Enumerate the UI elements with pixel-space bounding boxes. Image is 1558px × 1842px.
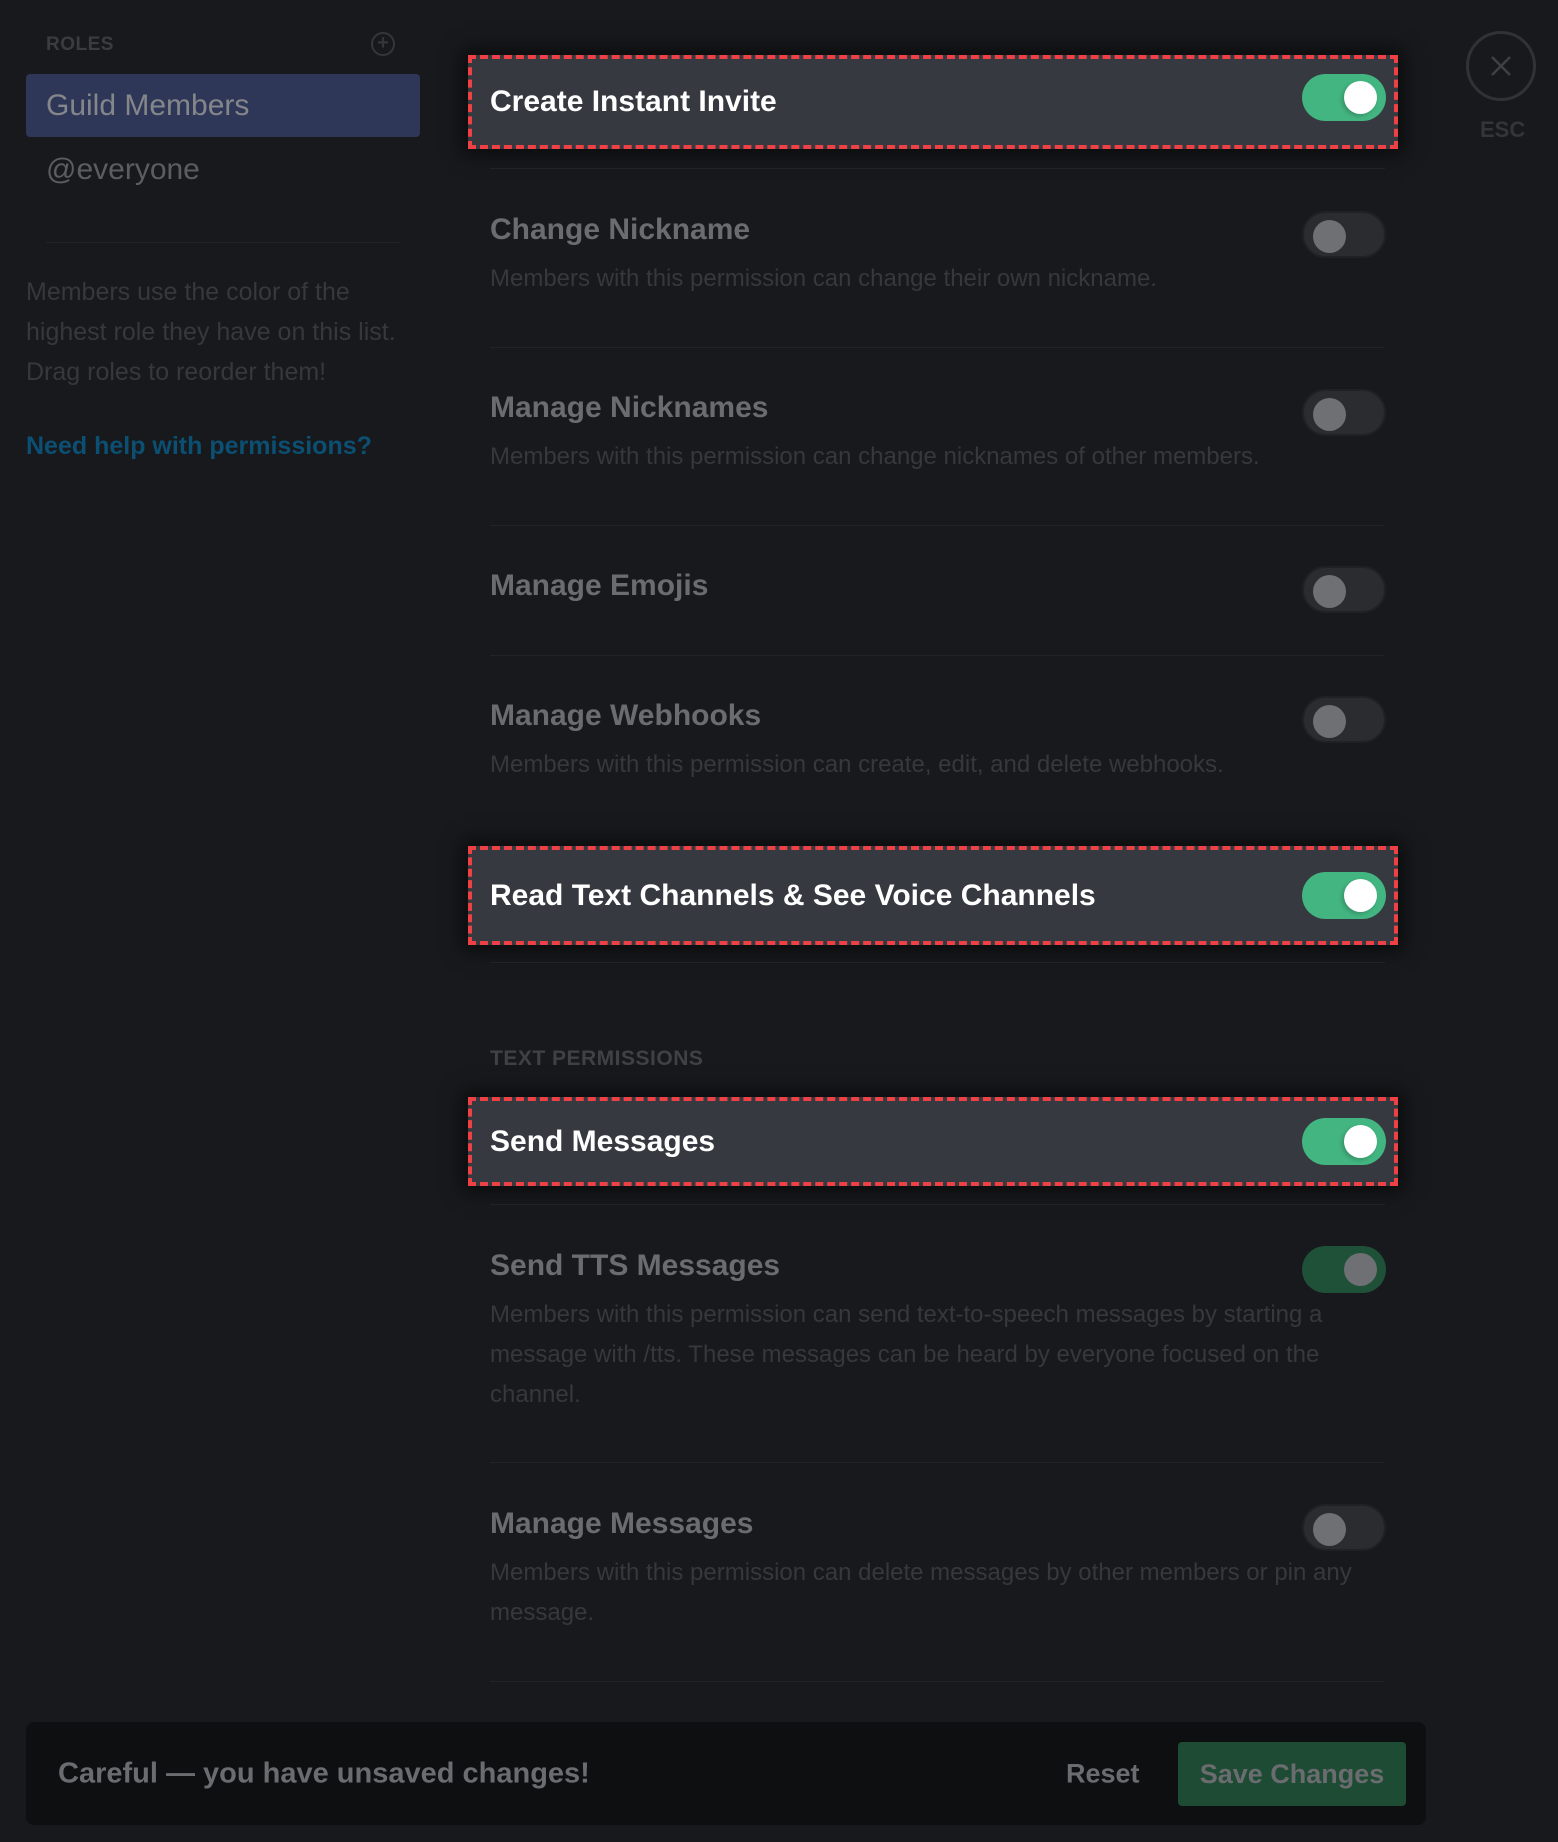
- permission-description: Members with this permission can delete …: [490, 1559, 1352, 1626]
- role-item-guild-members[interactable]: Guild Members: [26, 74, 420, 137]
- permission-row-manage-webhooks: Manage Webhooks Members with this permis…: [490, 699, 1385, 785]
- permission-description: Members with this permission can change …: [490, 265, 1157, 292]
- toggle-knob: [1344, 1125, 1377, 1158]
- row-separator: [490, 962, 1385, 963]
- row-separator: [490, 1462, 1385, 1463]
- toggle-knob: [1313, 1513, 1346, 1546]
- permission-title: Create Instant Invite: [490, 85, 777, 118]
- permission-description: Members with this permission can send te…: [490, 1301, 1323, 1408]
- sidebar-divider: [46, 242, 400, 243]
- permission-title: Manage Emojis: [490, 569, 709, 602]
- roles-header: ROLES: [46, 34, 114, 55]
- permission-title: Send TTS Messages: [490, 1249, 781, 1282]
- unsaved-changes-message: Careful — you have unsaved changes!: [58, 1757, 590, 1789]
- permission-title: Manage Messages: [490, 1507, 754, 1540]
- esc-label: ESC: [1480, 117, 1526, 142]
- permission-title: Change Nickname: [490, 213, 751, 246]
- toggle-knob: [1313, 705, 1346, 738]
- toggle-send-messages[interactable]: [1302, 1118, 1386, 1165]
- toggle-change-nickname[interactable]: [1302, 211, 1386, 258]
- permission-row-manage-nicknames: Manage Nicknames Members with this permi…: [490, 391, 1385, 477]
- permission-row-read-text-channels: Read Text Channels & See Voice Channels: [468, 846, 1398, 945]
- row-separator: [490, 525, 1385, 526]
- toggle-knob: [1313, 220, 1346, 253]
- row-separator: [490, 1204, 1385, 1205]
- permission-row-send-tts-messages: Send TTS Messages Members with this perm…: [490, 1249, 1385, 1415]
- reset-button[interactable]: Reset: [1066, 1758, 1140, 1789]
- permission-row-manage-emojis: Manage Emojis: [490, 569, 1385, 603]
- toggle-manage-webhooks[interactable]: [1302, 696, 1386, 743]
- permission-title: Read Text Channels & See Voice Channels: [490, 878, 1096, 912]
- row-separator: [490, 168, 1385, 169]
- toggle-create-instant-invite[interactable]: [1302, 74, 1386, 121]
- toggle-knob: [1344, 81, 1377, 114]
- permission-title: Manage Nicknames: [490, 391, 769, 424]
- toggle-manage-nicknames[interactable]: [1302, 389, 1386, 436]
- permission-row-manage-messages: Manage Messages Members with this permis…: [490, 1507, 1385, 1633]
- close-icon: [1491, 56, 1511, 76]
- permission-row-create-instant-invite: Create Instant Invite: [468, 55, 1398, 149]
- save-changes-button[interactable]: Save Changes: [1178, 1742, 1406, 1806]
- permission-title: Manage Webhooks: [490, 699, 762, 732]
- toggle-knob: [1344, 1253, 1377, 1286]
- permission-description: Members with this permission can change …: [490, 443, 1260, 470]
- row-separator: [490, 655, 1385, 656]
- permission-title: Send Messages: [490, 1124, 716, 1158]
- permissions-help-link[interactable]: Need help with permissions?: [26, 432, 372, 461]
- section-header-text-permissions: TEXT PERMISSIONS: [490, 1047, 704, 1070]
- toggle-manage-messages[interactable]: [1302, 1504, 1386, 1551]
- unsaved-changes-bar: Careful — you have unsaved changes! Rese…: [26, 1722, 1426, 1825]
- role-item-everyone[interactable]: @everyone: [26, 138, 420, 201]
- close-button[interactable]: [1466, 31, 1536, 101]
- plus-circle-icon[interactable]: +: [371, 32, 395, 56]
- toggle-read-text-channels[interactable]: [1302, 872, 1386, 919]
- toggle-knob: [1313, 575, 1346, 608]
- permission-row-change-nickname: Change Nickname Members with this permis…: [490, 213, 1385, 299]
- roles-help-text: Members use the color of the highest rol…: [26, 278, 396, 386]
- toggle-manage-emojis[interactable]: [1302, 566, 1386, 613]
- toggle-send-tts-messages[interactable]: [1302, 1246, 1386, 1293]
- row-separator: [490, 347, 1385, 348]
- toggle-knob: [1344, 879, 1377, 912]
- row-separator: [490, 1681, 1385, 1682]
- permission-row-send-messages: Send Messages: [468, 1097, 1398, 1186]
- permission-description: Members with this permission can create,…: [490, 751, 1224, 778]
- toggle-knob: [1313, 398, 1346, 431]
